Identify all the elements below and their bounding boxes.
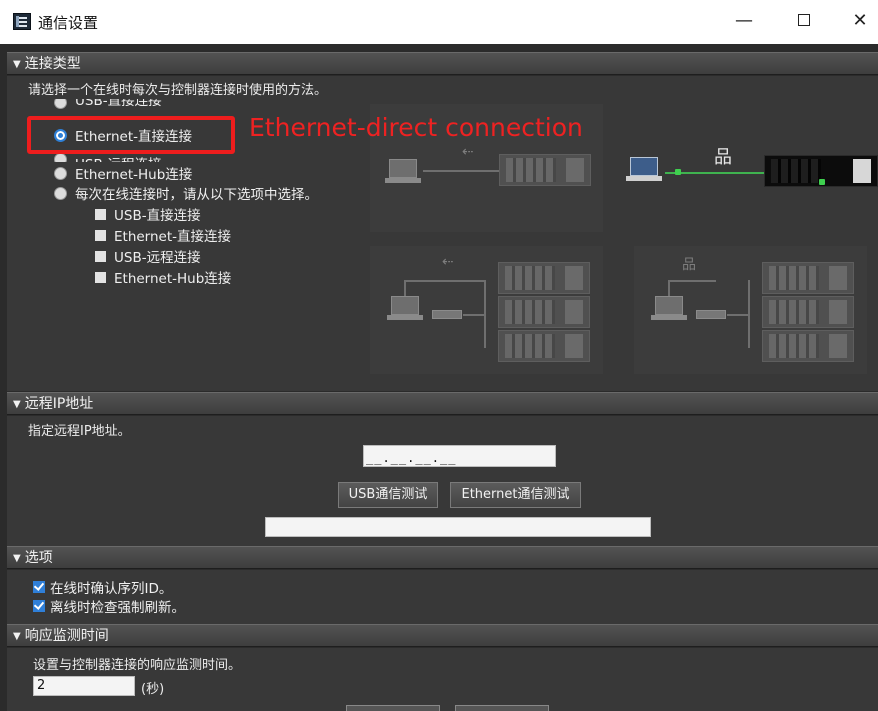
sub-option-ethernet-hub[interactable]: Ethernet-Hub连接 [95,267,231,287]
controller-icon [498,296,590,328]
sub-option-box[interactable] [95,229,106,241]
option-check-forced-refresh[interactable]: 离线时检查强制刷新。 [33,597,185,616]
network-icon: 品 [682,257,696,273]
sub-option-box[interactable] [95,250,106,262]
cable [404,280,406,296]
diagram-ethernet-hub: 品 [634,246,867,374]
sub-option-label: Ethernet-直接连接 [114,229,232,245]
controller-icon [762,262,854,294]
cable [463,314,485,316]
radio-button[interactable] [54,166,67,180]
sub-option-label: USB-远程连接 [114,250,201,266]
test-result-field [265,517,651,537]
laptop-icon [387,296,423,322]
section-title: 选项 [24,550,53,566]
remote-ip-description: 指定远程IP地址。 [28,424,131,439]
section-header-connection-type[interactable]: ▼ 连接类型 [7,52,878,75]
radio-usb-remote[interactable]: USB-远程连接 [54,153,162,162]
ethernet-test-button[interactable]: Ethernet通信测试 [450,482,581,508]
section-title: 连接类型 [24,56,81,72]
radio-label: USB-直接连接 [75,99,162,109]
hub-icon [432,310,462,319]
sub-option-usb-remote[interactable]: USB-远程连接 [95,246,201,266]
maximize-icon [798,13,810,26]
section-header-remote-ip[interactable]: ▼ 远程IP地址 [7,392,878,415]
checkbox-checked[interactable] [33,600,45,612]
connection-type-description: 请选择一个在线时每次与控制器连接时使用的方法。 [28,83,328,98]
ip-address-input[interactable]: __.__.__.__ [363,445,556,467]
radio-label: USB-远程连接 [75,153,162,162]
usb-test-button[interactable]: USB通信测试 [338,482,438,508]
laptop-icon-active [626,157,662,183]
ok-button[interactable] [346,705,440,711]
response-time-input[interactable]: 2 [33,676,135,696]
diagram-usb-remote: ⇠ [370,246,603,374]
radio-label: Ethernet-Hub连接 [75,167,193,183]
hub-icon [696,310,726,319]
checkbox-label: 离线时检查强制刷新。 [50,600,185,616]
collapse-arrow-icon: ▼ [13,631,21,642]
laptop-icon [651,296,687,322]
controller-icon [498,330,590,362]
cable [748,280,750,348]
window-titlebar: 通信设置 — ✕ [0,0,878,44]
usb-cable [423,170,499,172]
collapse-arrow-icon: ▼ [13,59,21,70]
highlight-box [27,116,235,154]
sub-option-usb-direct[interactable]: USB-直接连接 [95,204,201,224]
close-button[interactable]: ✕ [840,6,878,36]
option-confirm-serial-id[interactable]: 在线时确认序列ID。 [33,578,173,597]
controller-status-led [819,179,825,185]
radio-button[interactable] [54,99,67,109]
radio-button[interactable] [54,153,67,162]
minimize-button[interactable]: — [724,6,764,36]
sub-option-label: Ethernet-Hub连接 [114,271,232,287]
checkbox-checked[interactable] [33,581,45,593]
section-header-options[interactable]: ▼ 选项 [7,546,878,569]
radio-choose-each-time[interactable]: 每次在线连接时，请从以下选项中选择。 [54,183,318,203]
radio-usb-direct[interactable]: USB-直接连接 [54,99,162,109]
cable [668,280,716,282]
app-icon [13,13,31,30]
controller-icon [762,296,854,328]
controller-icon [499,154,591,186]
link-indicator [675,169,681,175]
cancel-button[interactable] [455,705,549,711]
cable [404,280,484,282]
sub-option-box[interactable] [95,208,106,220]
usb-icon: ⇠ [442,254,454,270]
network-icon: 品 [714,147,732,168]
radio-button[interactable] [54,186,67,200]
radio-ethernet-hub[interactable]: Ethernet-Hub连接 [54,163,192,183]
section-title: 远程IP地址 [24,396,94,412]
laptop-icon [385,159,421,185]
section-title: 响应监测时间 [24,628,109,644]
sub-option-ethernet-direct[interactable]: Ethernet-直接连接 [95,225,231,245]
collapse-arrow-icon: ▼ [13,399,21,410]
collapse-arrow-icon: ▼ [13,553,21,564]
usb-icon: ⇠ [462,144,474,160]
cable [668,280,670,296]
sub-option-label: USB-直接连接 [114,208,201,224]
section-header-response-monitor[interactable]: ▼ 响应监测时间 [7,624,878,647]
cable [727,314,749,316]
cable [484,280,486,348]
controller-icon [498,262,590,294]
window-title: 通信设置 [38,14,99,32]
checkbox-label: 在线时确认序列ID。 [50,581,173,597]
annotation-text: Ethernet-direct connection [249,113,583,142]
sub-option-box[interactable] [95,271,106,283]
radio-label: 每次在线连接时，请从以下选项中选择。 [75,187,318,203]
maximize-button[interactable] [784,6,824,36]
unit-label: (秒) [141,682,165,697]
controller-icon [762,330,854,362]
response-monitor-description: 设置与控制器连接的响应监测时间。 [33,658,242,673]
